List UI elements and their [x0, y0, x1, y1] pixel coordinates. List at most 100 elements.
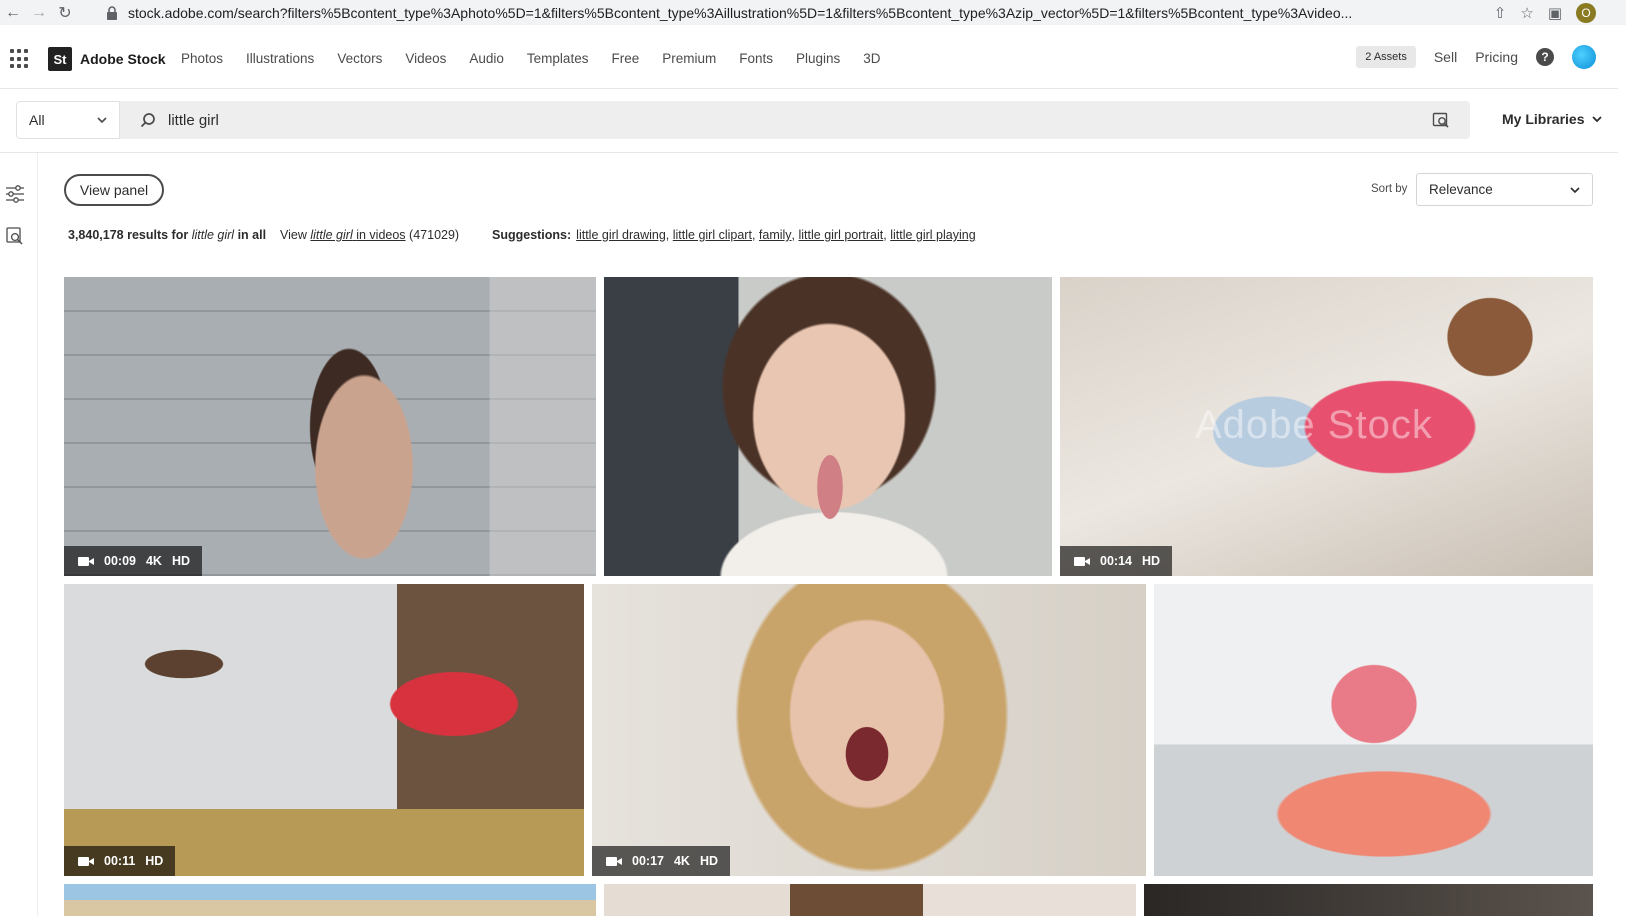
- in-videos-text: in videos: [356, 228, 406, 242]
- my-libraries-button[interactable]: My Libraries: [1502, 111, 1603, 127]
- filters-sliders-icon[interactable]: [4, 183, 26, 205]
- bookmark-star-icon[interactable]: ☆: [1520, 4, 1533, 22]
- side-panel-icon[interactable]: ▣: [1548, 4, 1562, 22]
- thumbnail-subject: [604, 277, 1052, 576]
- my-libraries-label: My Libraries: [1502, 111, 1585, 127]
- result-thumbnail[interactable]: 00:11 HD: [64, 584, 584, 876]
- sort-value: Relevance: [1429, 182, 1493, 197]
- reload-icon[interactable]: ↻: [52, 3, 78, 23]
- lock-icon: [107, 5, 117, 20]
- video-badge: 00:14 HD: [1060, 546, 1173, 576]
- nav-vectors[interactable]: Vectors: [337, 51, 382, 66]
- visual-search-icon[interactable]: [1432, 111, 1450, 129]
- video-duration: 00:11: [104, 854, 136, 868]
- user-avatar[interactable]: [1572, 45, 1596, 69]
- browser-toolbar: ← → ↻ stock.adobe.com/search?filters%5Bc…: [0, 0, 1626, 25]
- video-duration: 00:09: [104, 554, 136, 568]
- result-thumbnail[interactable]: Adobe Stock 00:14 HD: [1060, 277, 1593, 576]
- brand-name: Adobe Stock: [80, 51, 166, 67]
- adobe-stock-logo: St: [48, 47, 72, 71]
- result-thumbnail[interactable]: 00:09 4K HD: [64, 277, 596, 576]
- nav-audio[interactable]: Audio: [469, 51, 504, 66]
- result-thumbnail[interactable]: [1144, 884, 1593, 916]
- results-summary: 3,840,178 results for little girl in all: [68, 228, 266, 242]
- help-icon[interactable]: ?: [1536, 48, 1554, 66]
- view-in-videos: View little girl in videos (471029): [280, 228, 459, 242]
- search-row: All My Libraries: [0, 89, 1618, 153]
- result-thumbnail[interactable]: [604, 884, 1136, 916]
- brand-link[interactable]: St Adobe Stock: [48, 47, 166, 71]
- chevron-down-icon: [1570, 186, 1580, 193]
- result-thumbnail[interactable]: 00:17 4K HD: [592, 584, 1146, 876]
- search-box: [120, 101, 1470, 139]
- chevron-down-icon: [1592, 116, 1603, 122]
- sell-link[interactable]: Sell: [1434, 49, 1457, 65]
- thumbnail-image: [64, 884, 596, 916]
- forward-arrow-icon[interactable]: →: [26, 4, 52, 22]
- content-type-value: All: [29, 112, 45, 128]
- results-scope: in all: [237, 228, 267, 242]
- video-count: (471029): [409, 228, 460, 242]
- video-camera-icon: [78, 556, 94, 566]
- video-quality: HD: [171, 554, 191, 568]
- results-for-text: results for: [127, 228, 189, 242]
- video-quality: 4K: [145, 554, 162, 568]
- sort-by-label: Sort by: [1371, 183, 1408, 195]
- filter-side-rail: [0, 153, 38, 916]
- thumbnail-image: [1144, 884, 1593, 916]
- thumbnail-subject: [592, 584, 1146, 876]
- result-thumbnail[interactable]: [604, 277, 1052, 576]
- main-navigation: Photos Illustrations Vectors Videos Audi…: [181, 51, 881, 66]
- suggestion-link[interactable]: little girl drawing: [576, 228, 666, 242]
- video-quality: HD: [699, 854, 719, 868]
- video-quality: 4K: [673, 854, 690, 868]
- suggestion-link[interactable]: little girl portrait: [799, 228, 884, 242]
- video-camera-icon: [606, 856, 622, 866]
- nav-free[interactable]: Free: [611, 51, 639, 66]
- suggestion-link[interactable]: little girl clipart: [673, 228, 752, 242]
- visual-search-rail-icon[interactable]: [4, 225, 26, 247]
- video-badge: 00:11 HD: [64, 846, 176, 876]
- thumbnail-image: [1154, 584, 1593, 876]
- suggestion-link[interactable]: little girl playing: [890, 228, 975, 242]
- app-switcher-grid-icon[interactable]: [10, 49, 30, 69]
- results-query: little girl: [191, 228, 235, 242]
- nav-illustrations[interactable]: Illustrations: [246, 51, 314, 66]
- view-panel-button[interactable]: View panel: [64, 174, 164, 206]
- nav-fonts[interactable]: Fonts: [739, 51, 773, 66]
- chevron-down-icon: [97, 117, 107, 123]
- thumbnail-subject: [64, 584, 584, 876]
- app-header: St Adobe Stock Photos Illustrations Vect…: [0, 31, 1618, 89]
- pricing-link[interactable]: Pricing: [1475, 49, 1518, 65]
- nav-templates[interactable]: Templates: [527, 51, 589, 66]
- sort-select[interactable]: Relevance: [1416, 173, 1593, 206]
- results-count: 3,840,178: [68, 228, 124, 242]
- nav-photos[interactable]: Photos: [181, 51, 223, 66]
- video-badge: 00:17 4K HD: [592, 846, 731, 876]
- nav-videos[interactable]: Videos: [405, 51, 446, 66]
- thumbnail-subject: [64, 277, 596, 576]
- view-query: little girl: [310, 228, 353, 242]
- back-arrow-icon[interactable]: ←: [0, 4, 26, 22]
- content-type-select[interactable]: All: [16, 101, 120, 139]
- nav-3d[interactable]: 3D: [863, 51, 880, 66]
- share-icon[interactable]: ⇧: [1494, 4, 1507, 22]
- result-thumbnail[interactable]: [64, 884, 596, 916]
- video-quality: HD: [145, 854, 164, 868]
- search-input[interactable]: [168, 111, 1368, 129]
- nav-plugins[interactable]: Plugins: [796, 51, 840, 66]
- browser-profile-avatar[interactable]: O: [1576, 3, 1596, 23]
- video-badge: 00:09 4K HD: [64, 546, 203, 576]
- suggestion-link[interactable]: family: [759, 228, 792, 242]
- assets-button[interactable]: 2 Assets: [1356, 46, 1416, 68]
- thumbnail-image: [604, 884, 1136, 916]
- address-bar[interactable]: stock.adobe.com/search?filters%5Bcontent…: [104, 1, 1462, 24]
- nav-premium[interactable]: Premium: [662, 51, 716, 66]
- video-quality: HD: [1141, 554, 1161, 568]
- video-camera-icon: [78, 856, 94, 866]
- suggestions: Suggestions: little girl drawing, little…: [492, 228, 976, 242]
- view-word: View: [280, 228, 307, 242]
- view-in-videos-link[interactable]: little girl in videos: [310, 228, 405, 242]
- result-thumbnail[interactable]: [1154, 584, 1593, 876]
- adobe-stock-watermark: Adobe Stock: [1195, 403, 1433, 447]
